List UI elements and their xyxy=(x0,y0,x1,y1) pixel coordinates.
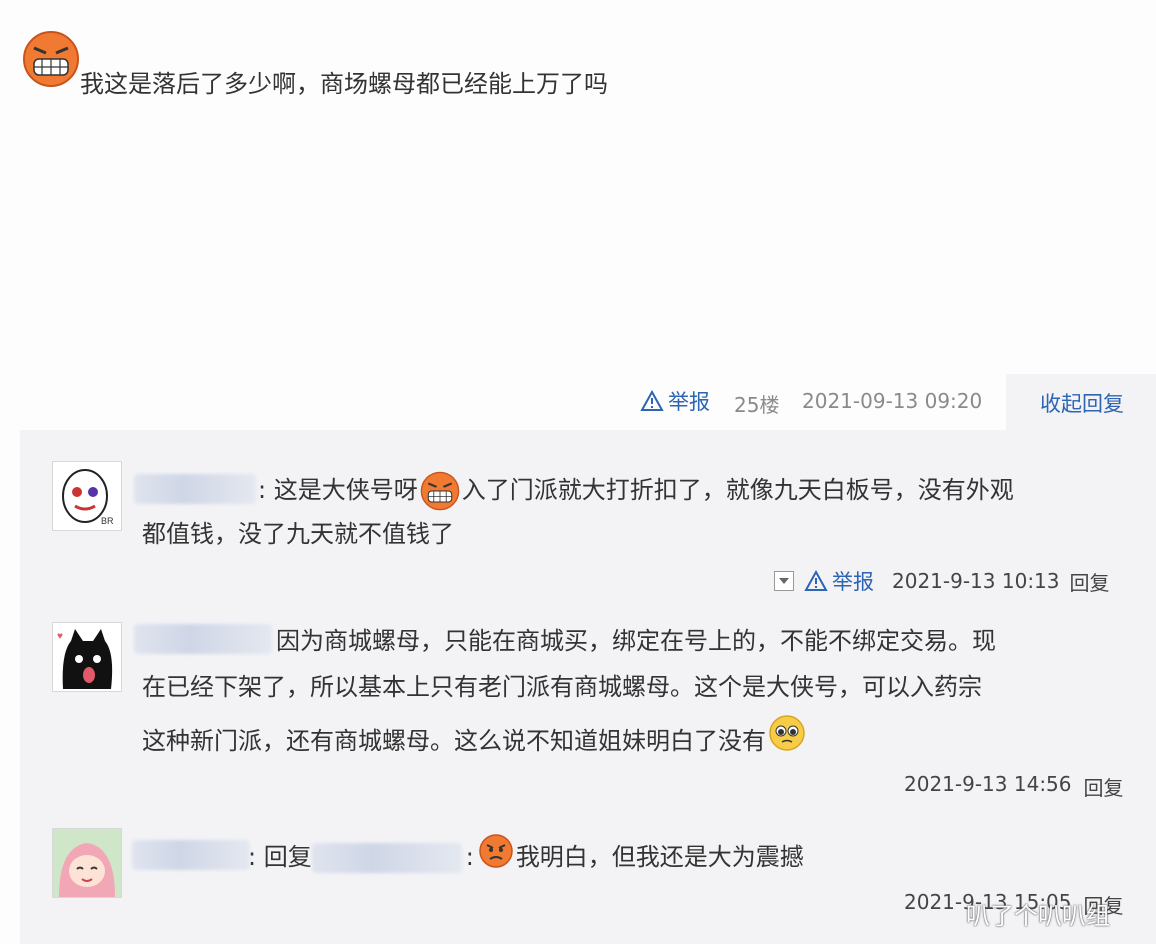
watermark: 叭了个叭叭组 xyxy=(966,902,1110,930)
reply-2-line2: 在已经下架了，所以基本上只有老门派有商城螺母。这个是大侠号，可以入药宗 xyxy=(142,673,982,701)
reply-2-line3: 这种新门派，还有商城螺母。这么说不知道姐妹明白了没有 xyxy=(142,715,806,764)
reply-button[interactable]: 回复 xyxy=(1084,772,1124,801)
chevron-down-icon xyxy=(779,578,789,584)
anime-girl-avatar xyxy=(53,829,121,897)
svg-text:BR: BR xyxy=(101,516,114,526)
avatar[interactable]: BR xyxy=(52,461,122,531)
grinning-angry-face-icon xyxy=(420,471,460,511)
reply-prefix: 回复 xyxy=(263,843,312,871)
username-blurred[interactable] xyxy=(134,624,272,654)
reply-2-timestamp: 2021-9-13 14:56 xyxy=(904,772,1072,796)
avatar[interactable] xyxy=(52,828,122,898)
reply-button[interactable]: 回复 xyxy=(1070,567,1110,596)
post-text: 我这是落后了多少啊，商场螺母都已经能上万了吗 xyxy=(80,70,608,98)
warning-icon xyxy=(640,390,664,411)
collapse-replies-button[interactable]: 收起回复 xyxy=(1040,388,1124,418)
reply-1-line2: 都值钱，没了九天就不值钱了 xyxy=(142,520,454,548)
report-button[interactable]: 举报 xyxy=(640,386,710,416)
reply-2-line1: 因为商城螺母，只能在商城买，绑定在号上的，不能不绑定交易。现 xyxy=(276,627,996,655)
username-blurred[interactable] xyxy=(134,474,256,504)
floor-number: 25楼 xyxy=(734,393,780,417)
reply-2-meta: 2021-9-13 14:56 回复 xyxy=(904,772,1124,801)
reply-1-timestamp: 2021-9-13 10:13 xyxy=(892,569,1060,593)
reply-1-line1a: 这是大侠号呀 xyxy=(273,476,418,504)
separator: : xyxy=(258,476,274,504)
reply-1-line1b: 入了门派就大打折扣了，就像九天白板号，没有外观 xyxy=(461,476,1014,504)
avatar[interactable]: ♥ xyxy=(52,622,122,692)
masked-face-avatar: BR xyxy=(53,462,121,530)
black-cat-avatar: ♥ xyxy=(53,623,121,691)
post-timestamp: 2021-09-13 09:20 xyxy=(802,389,983,413)
svg-text:♥: ♥ xyxy=(57,631,63,642)
post: 我这是落后了多少啊，商场螺母都已经能上万了吗 举报 25楼 2021-09-13… xyxy=(0,0,1156,417)
reply-1-meta: 举报 2021-9-13 10:13 回复 xyxy=(774,566,1110,596)
angry-face-icon xyxy=(479,834,513,868)
username-blurred[interactable] xyxy=(132,840,250,870)
warning-icon xyxy=(804,570,828,591)
username-blurred[interactable] xyxy=(311,843,462,873)
separator: : xyxy=(248,843,264,871)
reply-1-text: : 这是大侠号呀 入了门派就大打折扣了，就像九天白板号，没有外观 xyxy=(258,467,1138,513)
dropdown-button[interactable] xyxy=(774,571,794,591)
grinning-angry-face-icon xyxy=(23,31,79,87)
reply-3-message: 我明白，但我还是大为震撼 xyxy=(515,843,804,871)
report-label: 举报 xyxy=(832,570,874,594)
report-label: 举报 xyxy=(668,390,710,414)
reply-3-text: : 回复: 我明白，但我还是大为震撼 xyxy=(248,834,804,880)
pleading-face-icon xyxy=(769,715,805,751)
report-button[interactable]: 举报 xyxy=(804,566,874,596)
